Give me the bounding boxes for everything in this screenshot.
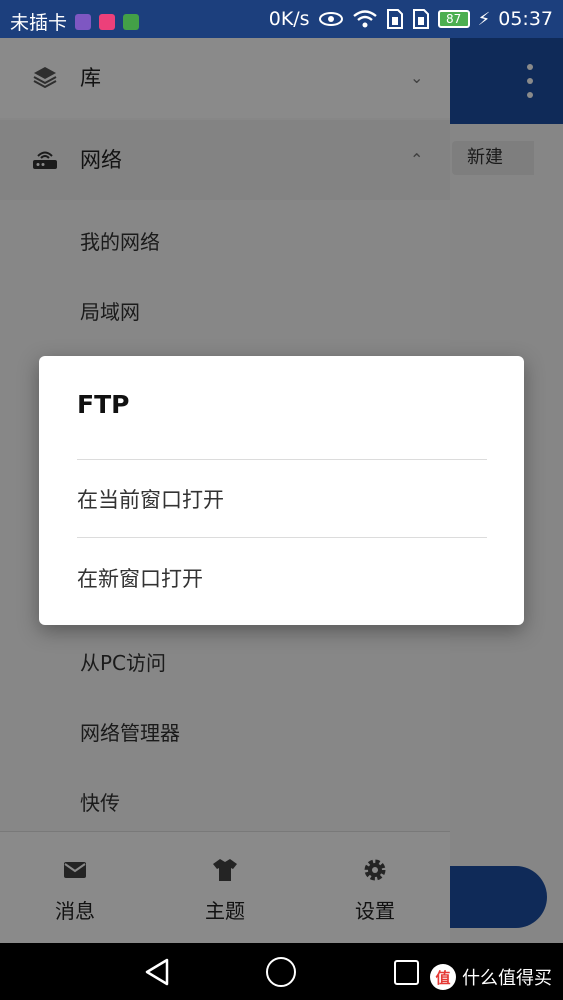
divider xyxy=(77,537,487,538)
watermark-logo: 值 xyxy=(430,964,456,990)
watermark: 值 什么值得买 xyxy=(430,964,552,990)
gallery-app-icon xyxy=(75,13,92,30)
system-nav-bar: 值 什么值得买 xyxy=(0,943,563,1000)
recent-apps-icon[interactable] xyxy=(394,960,419,985)
sim-2-icon xyxy=(412,9,429,29)
open-in-new-window-option[interactable]: 在新窗口打开 xyxy=(77,563,487,593)
open-in-current-window-option[interactable]: 在当前窗口打开 xyxy=(77,484,487,514)
network-speed: 0K/s xyxy=(268,8,310,30)
photo-app-icon xyxy=(99,13,116,30)
charging-icon: ⚡ xyxy=(477,8,491,30)
divider xyxy=(77,459,487,460)
battery-icon: 87 xyxy=(437,10,470,28)
app-icon xyxy=(123,13,140,30)
eye-icon xyxy=(318,12,343,26)
back-icon[interactable] xyxy=(143,957,171,987)
home-icon[interactable] xyxy=(266,957,296,987)
status-bar: 未插卡 0K/s 87 ⚡ 05:37 xyxy=(0,0,563,38)
carrier-label: 未插卡 xyxy=(10,12,68,34)
dialog-title: FTP xyxy=(77,390,130,419)
watermark-text: 什么值得买 xyxy=(462,968,552,989)
sim-1-icon xyxy=(386,9,403,29)
wifi-icon xyxy=(352,10,377,28)
ftp-open-dialog: FTP 在当前窗口打开 在新窗口打开 xyxy=(39,356,524,625)
clock: 05:37 xyxy=(498,8,553,30)
